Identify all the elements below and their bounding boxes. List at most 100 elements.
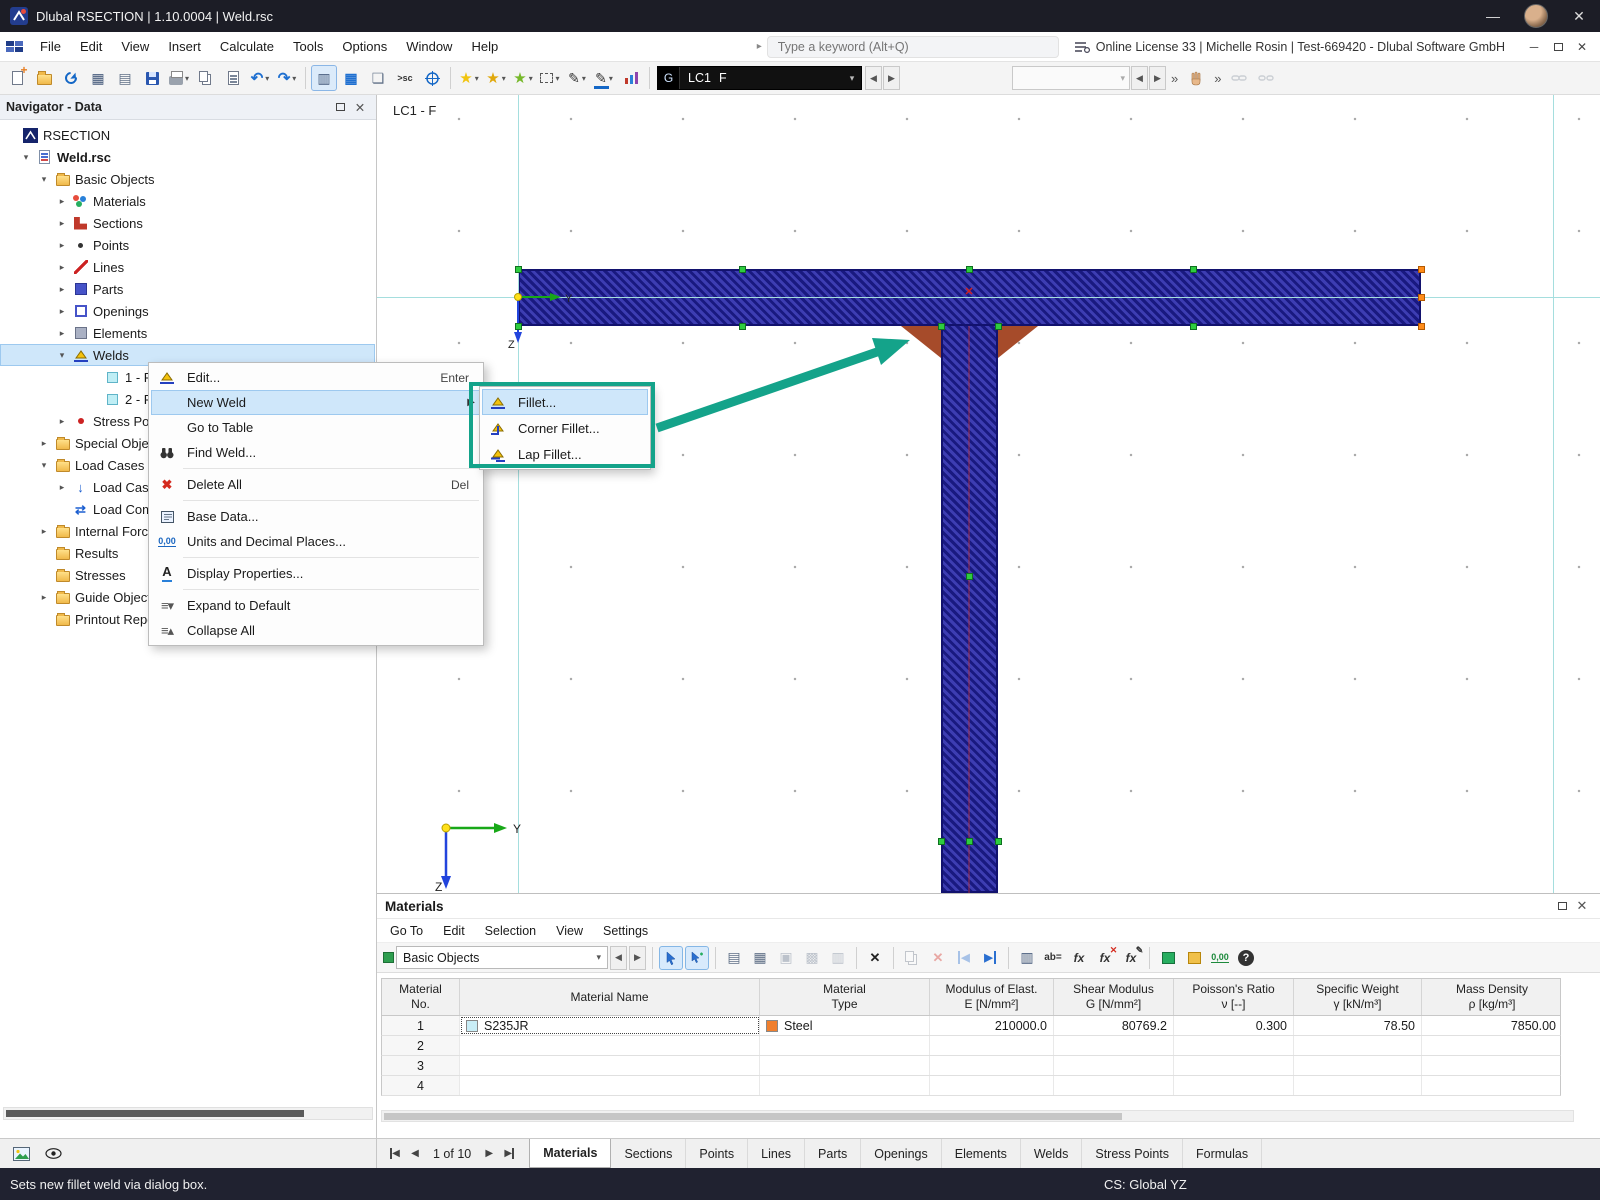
cell-specific-weight[interactable] xyxy=(1294,1056,1422,1075)
prev-load-case-icon[interactable]: ◀ xyxy=(865,66,882,90)
menu-item-new-weld[interactable]: New Weld ▶ xyxy=(151,390,481,415)
cell-shear[interactable] xyxy=(1054,1056,1174,1075)
materials-hscrollbar[interactable] xyxy=(381,1110,1574,1122)
cell-name[interactable] xyxy=(460,1056,760,1075)
submenu-item-corner-fillet[interactable]: Corner Fillet... xyxy=(482,415,648,441)
web-part[interactable] xyxy=(941,324,998,893)
tab-stress-points[interactable]: Stress Points xyxy=(1082,1139,1183,1168)
table-insert-icon[interactable]: ▣ xyxy=(774,946,798,970)
grip-handle[interactable] xyxy=(739,266,746,273)
menu-file[interactable]: File xyxy=(31,35,70,58)
cell-mass-density[interactable] xyxy=(1422,1056,1562,1075)
chevron-right-icon[interactable]: ▸ xyxy=(56,240,68,251)
redo-icon[interactable]: ↷ xyxy=(274,65,300,91)
menu-view[interactable]: View xyxy=(547,922,592,940)
submenu-item-lap-fillet[interactable]: Lap Fillet... xyxy=(482,441,648,467)
menu-help[interactable]: Help xyxy=(462,35,507,58)
grip-handle[interactable] xyxy=(938,838,945,845)
decimals-icon[interactable]: 0,00 xyxy=(1208,946,1232,970)
chevron-right-icon[interactable]: ▸ xyxy=(56,284,68,295)
prev-item-icon[interactable]: ◀ xyxy=(1131,66,1148,90)
cell-type[interactable] xyxy=(760,1036,930,1055)
grip-handle[interactable] xyxy=(995,838,1002,845)
cell-poisson[interactable] xyxy=(1174,1056,1294,1075)
cell-modulus[interactable] xyxy=(930,1056,1054,1075)
view-sc-icon[interactable]: >sc xyxy=(392,65,418,91)
render-image-icon[interactable] xyxy=(8,1142,34,1166)
prev-page-icon[interactable]: ◀ xyxy=(405,1144,425,1164)
table-layout-icon[interactable]: ▤ xyxy=(722,946,746,970)
table-columns-icon[interactable]: ▥ xyxy=(826,946,850,970)
chart-icon[interactable] xyxy=(618,65,644,91)
cell-poisson[interactable] xyxy=(1174,1076,1294,1095)
close-small-button[interactable]: ✕ xyxy=(1572,37,1592,57)
minimize-button[interactable]: — xyxy=(1472,0,1514,32)
import-rows-icon[interactable]: ◀ xyxy=(952,946,976,970)
chevron-down-icon[interactable]: ▾ xyxy=(20,152,32,163)
model-navigator-icon[interactable]: ▦ xyxy=(85,65,111,91)
tab-welds[interactable]: Welds xyxy=(1021,1139,1083,1168)
formula-edit-icon[interactable]: fx✎ xyxy=(1119,946,1143,970)
load-case-combo[interactable]: G LC1 F ▾ xyxy=(657,66,862,90)
first-page-icon[interactable]: ◀ xyxy=(385,1144,405,1164)
chevron-right-icon[interactable]: ▸ xyxy=(38,526,50,537)
chevron-right-icon[interactable]: ▸ xyxy=(56,416,68,427)
grip-handle[interactable] xyxy=(739,323,746,330)
cell-modulus[interactable] xyxy=(930,1036,1054,1055)
chevron-right-icon[interactable]: ▸ xyxy=(56,196,68,207)
menu-edit[interactable]: Edit xyxy=(71,35,111,58)
grip-handle-end[interactable] xyxy=(1418,323,1425,330)
rename-icon[interactable]: ab= xyxy=(1041,946,1065,970)
grip-handle[interactable] xyxy=(966,838,973,845)
grip-handle[interactable] xyxy=(1190,266,1197,273)
last-page-icon[interactable]: ▶ xyxy=(499,1144,519,1164)
grip-handle[interactable] xyxy=(966,573,973,580)
chevron-down-icon[interactable]: ▾ xyxy=(56,350,68,361)
view-columns-icon[interactable]: ▥ xyxy=(1015,946,1039,970)
cell-no[interactable]: 2 xyxy=(382,1036,460,1055)
close-panel-icon[interactable]: ✕ xyxy=(1572,898,1592,914)
menu-edit[interactable]: Edit xyxy=(434,922,474,940)
erase-rows-icon[interactable]: ✕ xyxy=(926,946,950,970)
unlink-icon[interactable] xyxy=(1253,65,1279,91)
formula-icon[interactable]: fx xyxy=(1067,946,1091,970)
cell-mass-density[interactable] xyxy=(1422,1036,1562,1055)
bim-refresh-icon[interactable] xyxy=(58,65,84,91)
print-icon[interactable] xyxy=(166,65,192,91)
chevron-right-icon[interactable]: ▸ xyxy=(56,482,68,493)
view-document-icon[interactable]: ▥ xyxy=(311,65,337,91)
secondary-combo[interactable]: ▾ xyxy=(1012,66,1130,90)
cell-no[interactable]: 1 xyxy=(382,1016,460,1035)
export-rows-icon[interactable]: ▶ xyxy=(978,946,1002,970)
chevron-down-icon[interactable]: ▾ xyxy=(38,174,50,185)
close-panel-icon[interactable]: ✕ xyxy=(350,100,370,115)
box-select-icon[interactable] xyxy=(537,65,563,91)
grip-handle[interactable] xyxy=(515,266,522,273)
tab-lines[interactable]: Lines xyxy=(748,1139,805,1168)
cell-specific-weight[interactable] xyxy=(1294,1076,1422,1095)
line-color-icon[interactable]: ✎ xyxy=(591,65,617,91)
undo-icon[interactable]: ↶ xyxy=(247,65,273,91)
search-input[interactable] xyxy=(767,36,1059,58)
menu-item-units[interactable]: 0,00 Units and Decimal Places... xyxy=(151,529,481,554)
new-model-icon[interactable] xyxy=(4,65,30,91)
grip-handle[interactable] xyxy=(1190,323,1197,330)
menu-item-collapse-all[interactable]: ≡▴ Collapse All xyxy=(151,618,481,643)
excel-export-icon[interactable] xyxy=(1156,946,1180,970)
menu-item-expand-to-default[interactable]: ≡▾ Expand to Default xyxy=(151,593,481,618)
chevron-right-icon[interactable]: ▸ xyxy=(56,306,68,317)
formula-remove-icon[interactable]: fx✕ xyxy=(1093,946,1117,970)
table-print-icon[interactable]: ▦ xyxy=(748,946,772,970)
menu-settings[interactable]: Settings xyxy=(594,922,657,940)
new-object-icon[interactable]: ★ xyxy=(456,65,482,91)
chevron-right-icon[interactable]: ▸ xyxy=(56,328,68,339)
cell-name[interactable]: S235JR xyxy=(460,1016,760,1035)
tab-parts[interactable]: Parts xyxy=(805,1139,861,1168)
tree-item-rsection[interactable]: RSECTION xyxy=(0,124,375,146)
cell-poisson[interactable]: 0.300 xyxy=(1174,1016,1294,1035)
toolbar-overflow2-icon[interactable]: » xyxy=(1210,71,1225,86)
tree-item-lines[interactable]: ▸ Lines xyxy=(0,256,375,278)
select-sync-icon[interactable] xyxy=(685,946,709,970)
restore-small-button[interactable] xyxy=(1548,37,1568,57)
next-item-icon[interactable]: ▶ xyxy=(1149,66,1166,90)
